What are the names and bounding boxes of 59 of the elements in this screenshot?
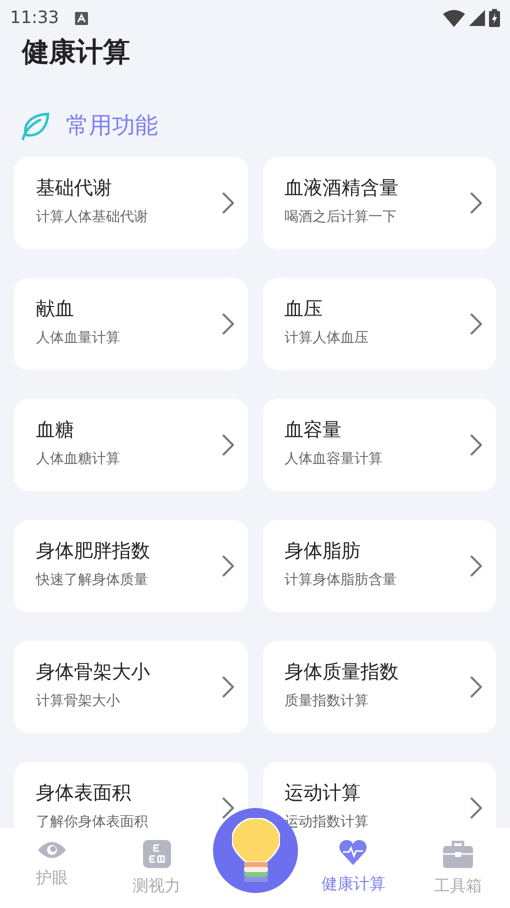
tool-title: 基础代谢 (36, 176, 113, 202)
chevron-right-icon (222, 555, 234, 578)
heart-pulse-icon (339, 840, 368, 866)
tool-subtitle: 了解你身体表面积 (36, 813, 148, 828)
tool-card[interactable]: 基础代谢 计算人体基础代谢 (14, 157, 248, 250)
tool-card[interactable]: 身体骨架大小 计算骨架大小 (14, 641, 248, 734)
tool-card[interactable]: 献血 人体血量计算 (14, 278, 248, 370)
tool-title: 献血 (36, 297, 75, 322)
tool-card[interactable]: 身体肥胖指数 快速了解身体质量 (14, 520, 248, 612)
tool-title: 身体骨架大小 (36, 660, 150, 686)
eye-icon (38, 840, 66, 860)
tool-title: 身体表面积 (36, 781, 132, 806)
tool-card[interactable]: 身体质量指数 质量指数计算 (262, 641, 496, 734)
section-title: 常用功能 (66, 112, 158, 141)
tool-title: 血压 (284, 297, 324, 322)
tool-subtitle: 快速了解身体质量 (36, 571, 149, 590)
tool-title: 血糖 (36, 418, 75, 444)
tool-card[interactable]: 血液酒精含量 喝酒之后计算一下 (262, 157, 496, 250)
signal-icon (469, 10, 485, 26)
status-time: 11:33 (10, 6, 59, 30)
toolbox-icon (442, 840, 473, 868)
tool-subtitle: 喝酒之后计算一下 (284, 208, 398, 228)
tool-title: 血液酒精含量 (284, 176, 398, 202)
tool-subtitle: 人体血容量计算 (284, 450, 382, 470)
tool-subtitle: 计算骨架大小 (36, 692, 121, 712)
notification-icon (75, 12, 88, 25)
tool-subtitle: 人体血量计算 (36, 329, 120, 348)
chevron-right-icon (222, 434, 234, 456)
tool-title: 身体脂肪 (284, 539, 362, 564)
tool-subtitle: 计算人体血压 (284, 329, 368, 348)
chevron-right-icon (470, 676, 482, 698)
chevron-right-icon (470, 192, 482, 214)
eye-chart-icon (142, 840, 171, 868)
chevron-right-icon (222, 797, 234, 820)
chevron-right-icon (470, 555, 482, 578)
chevron-right-icon (470, 797, 482, 820)
chevron-right-icon (222, 313, 234, 336)
chevron-right-icon (470, 434, 482, 456)
chevron-right-icon (222, 676, 234, 698)
tool-title: 血容量 (284, 418, 342, 444)
tool-subtitle: 质量指数计算 (284, 692, 370, 712)
chevron-right-icon (222, 192, 234, 214)
battery-icon (489, 9, 500, 28)
leaf-icon (20, 111, 50, 142)
lightbulb-icon (232, 818, 280, 884)
tool-card[interactable]: 血糖 人体血糖计算 (14, 399, 248, 492)
tool-title: 身体肥胖指数 (36, 539, 150, 564)
tool-subtitle: 计算身体脂肪含量 (284, 571, 396, 590)
chevron-right-icon (470, 313, 482, 336)
tool-title: 运动计算 (284, 781, 362, 806)
tool-card[interactable]: 血容量 人体血容量计算 (262, 399, 496, 492)
page-title: 健康计算 (20, 36, 131, 70)
wifi-icon (443, 10, 465, 27)
tool-subtitle: 计算人体基础代谢 (36, 208, 148, 228)
tool-card[interactable]: 血压 计算人体血压 (262, 278, 496, 370)
tool-title: 身体质量指数 (284, 660, 398, 686)
tool-card[interactable]: 身体脂肪 计算身体脂肪含量 (262, 520, 496, 612)
tool-subtitle: 人体血糖计算 (36, 450, 120, 470)
tool-card[interactable]: 身体表面积 了解你身体表面积 (14, 762, 248, 828)
